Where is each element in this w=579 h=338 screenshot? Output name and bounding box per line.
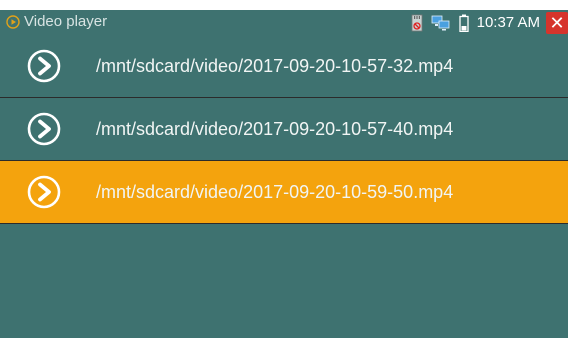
close-button[interactable]: ✕ — [546, 11, 568, 34]
status-indicators: 10:37 AM ✕ — [411, 10, 568, 35]
video-file-list: /mnt/sdcard/video/2017-09-20-10-57-32.mp… — [0, 35, 568, 224]
app-title-area: Video player — [6, 12, 107, 32]
clock-time: 10:37 AM — [476, 14, 540, 31]
app-title: Video player — [24, 13, 108, 30]
sd-card-icon — [411, 14, 423, 31]
file-path: /mnt/sdcard/video/2017-09-20-10-59-50.mp… — [96, 182, 454, 202]
file-row-2[interactable]: /mnt/sdcard/video/2017-09-20-10-57-40.mp… — [0, 98, 568, 161]
file-path: /mnt/sdcard/video/2017-09-20-10-57-32.mp… — [96, 56, 454, 76]
file-path: /mnt/sdcard/video/2017-09-20-10-57-40.mp… — [96, 119, 454, 139]
play-icon[interactable] — [27, 49, 61, 83]
play-icon[interactable] — [27, 112, 61, 146]
file-row-1[interactable]: /mnt/sdcard/video/2017-09-20-10-57-32.mp… — [0, 35, 568, 98]
close-icon: ✕ — [549, 12, 565, 33]
network-icon — [431, 15, 450, 30]
status-bar: Video player 10:37 AM ✕ — [0, 10, 568, 35]
battery-icon — [458, 14, 469, 32]
video-player-screen: Video player 10:37 AM ✕ /mnt/sdcard/vide… — [0, 10, 568, 338]
file-row-3-selected[interactable]: /mnt/sdcard/video/2017-09-20-10-59-50.mp… — [0, 161, 568, 224]
video-player-icon — [6, 15, 20, 29]
play-icon[interactable] — [27, 175, 61, 209]
